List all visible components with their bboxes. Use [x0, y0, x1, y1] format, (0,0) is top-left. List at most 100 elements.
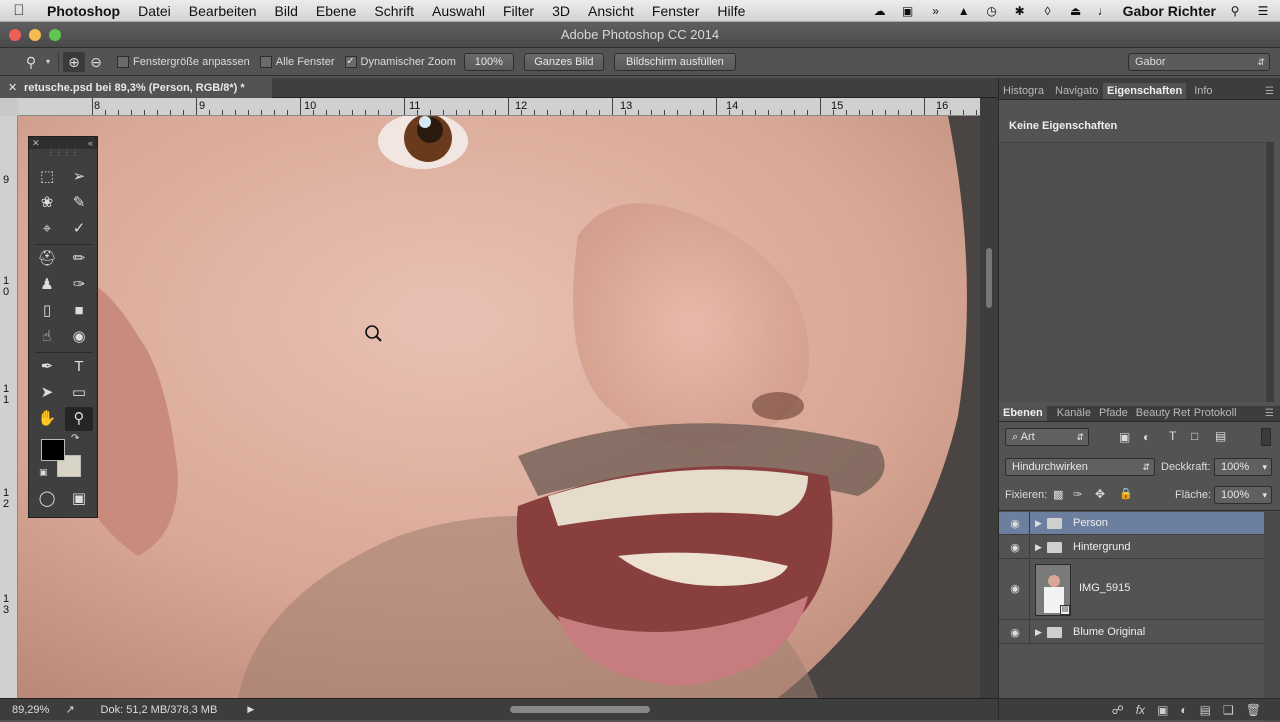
new-layer-icon[interactable]: ❏: [1223, 703, 1234, 717]
workspace-select[interactable]: Gabor ⇵: [1128, 53, 1270, 71]
filter-adjustment-icon[interactable]: ◐: [1143, 430, 1150, 444]
menu-3d[interactable]: 3D: [543, 0, 579, 22]
lock-transparency-icon[interactable]: ▩: [1053, 488, 1063, 501]
gradient-tool-icon[interactable]: ■: [65, 299, 93, 323]
filter-type-icon[interactable]: T: [1169, 429, 1176, 443]
scrollbar-thumb[interactable]: [986, 248, 992, 308]
layer-style-fx-icon[interactable]: fx: [1136, 703, 1145, 717]
zoom-window-icon[interactable]: [49, 29, 61, 41]
filter-pixel-icon[interactable]: ▣: [1119, 430, 1130, 444]
tab-histogram[interactable]: Histogra: [999, 83, 1051, 99]
wifi-icon[interactable]: ◊: [1039, 4, 1057, 18]
notification-list-icon[interactable]: ☰: [1254, 4, 1272, 18]
opacity-input[interactable]: 100% ▾: [1214, 458, 1272, 476]
menu-hilfe[interactable]: Hilfe: [708, 0, 754, 22]
tab-history[interactable]: Protokoll: [1190, 405, 1241, 421]
menu-auswahl[interactable]: Auswahl: [423, 0, 494, 22]
layer-row-blume-original[interactable]: ◉ ▶ Blume Original: [999, 621, 1265, 644]
expand-group-icon[interactable]: ▶: [1035, 518, 1042, 529]
filter-toggle[interactable]: [1261, 428, 1271, 446]
menu-bearbeiten[interactable]: Bearbeiten: [180, 0, 266, 22]
eject-icon[interactable]: ⏏: [1067, 4, 1085, 18]
menu-filter[interactable]: Filter: [494, 0, 543, 22]
preset-dropdown-icon[interactable]: ▾: [42, 52, 54, 72]
brush-tool-icon[interactable]: ✏: [65, 247, 93, 271]
add-mask-icon[interactable]: ▣: [1157, 703, 1168, 717]
layer-row-person[interactable]: ◉ ▶ Person: [999, 512, 1265, 535]
ruler-origin[interactable]: [0, 98, 18, 116]
crop-tool-icon[interactable]: ⌖: [33, 217, 61, 241]
panel-menu-icon[interactable]: ☰: [1265, 84, 1274, 100]
horizontal-ruler[interactable]: 8 9 10 11 12 13 14 15 16: [18, 98, 980, 116]
blend-mode-select[interactable]: Hindurchwirken ⇵: [1005, 458, 1155, 476]
minimize-window-icon[interactable]: [29, 29, 41, 41]
fit-screen-button[interactable]: Ganzes Bild: [523, 52, 604, 71]
default-colors-icon[interactable]: ▣: [39, 467, 48, 478]
tab-beauty-retouch[interactable]: Beauty Ret: [1132, 405, 1190, 421]
tab-properties[interactable]: Eigenschaften: [1103, 83, 1187, 99]
tools-panel-header[interactable]: ✕ «: [29, 137, 97, 149]
menu-bild[interactable]: Bild: [266, 0, 307, 22]
current-user[interactable]: Gabor Richter: [1123, 3, 1216, 19]
spotlight-search-icon[interactable]: ⚲: [1226, 4, 1244, 18]
menu-fenster[interactable]: Fenster: [643, 0, 708, 22]
menu-app[interactable]: Photoshop: [38, 0, 129, 22]
document-tab[interactable]: ✕ retusche.psd bei 89,3% (Person, RGB/8*…: [0, 78, 272, 98]
type-tool-icon[interactable]: T: [65, 355, 93, 379]
panel-grip[interactable]: ⋮⋮⋮⋮: [29, 149, 97, 159]
share-icon[interactable]: ↗: [65, 703, 74, 716]
close-document-icon[interactable]: ✕: [8, 78, 17, 98]
lock-all-icon[interactable]: 🔒: [1119, 487, 1133, 500]
rectangle-tool-icon[interactable]: ▭: [65, 381, 93, 405]
quick-mask-icon[interactable]: ◯: [33, 487, 61, 511]
path-selection-tool-icon[interactable]: ➤: [33, 381, 61, 405]
swap-colors-icon[interactable]: ↷: [71, 433, 79, 444]
all-windows-checkbox[interactable]: Alle Fenster: [259, 55, 335, 68]
visibility-eye-icon[interactable]: ◉: [1005, 626, 1025, 639]
delete-layer-icon[interactable]: 🗑: [1246, 703, 1261, 717]
tab-paths[interactable]: Pfade: [1095, 405, 1132, 421]
tab-layers[interactable]: Ebenen: [999, 405, 1047, 421]
volume-icon[interactable]: ♩: [1095, 4, 1113, 18]
clone-stamp-tool-icon[interactable]: ♟: [33, 273, 61, 297]
fit-window-checkbox[interactable]: Fenstergröße anpassen: [117, 55, 250, 68]
smudge-tool-icon[interactable]: ☝: [33, 325, 61, 349]
quick-selection-tool-icon[interactable]: ✎: [65, 191, 93, 215]
canvas-vertical-scrollbar[interactable]: [980, 98, 998, 698]
screen-mode-icon[interactable]: ▣: [65, 487, 93, 511]
new-group-icon[interactable]: ▤: [1200, 703, 1211, 717]
eraser-tool-icon[interactable]: ▯: [33, 299, 61, 323]
lock-position-icon[interactable]: ✥: [1095, 487, 1105, 501]
tab-info[interactable]: Info: [1190, 83, 1216, 99]
airplay-icon[interactable]: ▲: [955, 4, 973, 18]
properties-scrollbar[interactable]: [1266, 142, 1274, 402]
close-window-icon[interactable]: [9, 29, 21, 41]
filter-smart-object-icon[interactable]: ▤: [1215, 429, 1226, 443]
menu-schrift[interactable]: Schrift: [365, 0, 423, 22]
time-machine-icon[interactable]: ◷: [983, 4, 1001, 18]
zoom-out-icon[interactable]: ⊖: [85, 52, 107, 72]
tab-navigator[interactable]: Navigato: [1051, 83, 1103, 99]
filter-shape-icon[interactable]: □: [1191, 429, 1198, 443]
pen-tool-icon[interactable]: ✒: [33, 355, 61, 379]
zoom-level[interactable]: 89,29%: [12, 704, 49, 716]
close-panel-icon[interactable]: ✕: [32, 137, 40, 149]
collapse-panel-icon[interactable]: «: [88, 137, 93, 149]
expand-group-icon[interactable]: ▶: [1035, 627, 1042, 638]
menu-datei[interactable]: Datei: [129, 0, 180, 22]
layers-scrollbar[interactable]: [1264, 512, 1280, 722]
forward-icon[interactable]: »: [927, 4, 945, 18]
adjustment-layer-icon[interactable]: ◐: [1180, 703, 1187, 717]
zoom-100-button[interactable]: 100%: [463, 52, 514, 71]
scrubby-zoom-checkbox[interactable]: ✓ Dynamischer Zoom: [344, 55, 456, 68]
link-layers-icon[interactable]: ☍: [1112, 703, 1124, 717]
layer-row-hintergrund[interactable]: ◉ ▶ Hintergrund: [999, 536, 1265, 559]
layer-filter-kind-select[interactable]: ⌕ Art ⇵: [1005, 428, 1089, 446]
fill-screen-button[interactable]: Bildschirm ausfüllen: [613, 52, 736, 71]
apple-icon[interactable]: : [0, 2, 38, 19]
zoom-tool-icon[interactable]: ⚲: [65, 407, 93, 431]
expand-group-icon[interactable]: ▶: [1035, 542, 1042, 553]
zoom-in-icon[interactable]: ⊕: [63, 51, 85, 72]
eyedropper-tool-icon[interactable]: ✓: [65, 217, 93, 241]
menu-ebene[interactable]: Ebene: [307, 0, 365, 22]
